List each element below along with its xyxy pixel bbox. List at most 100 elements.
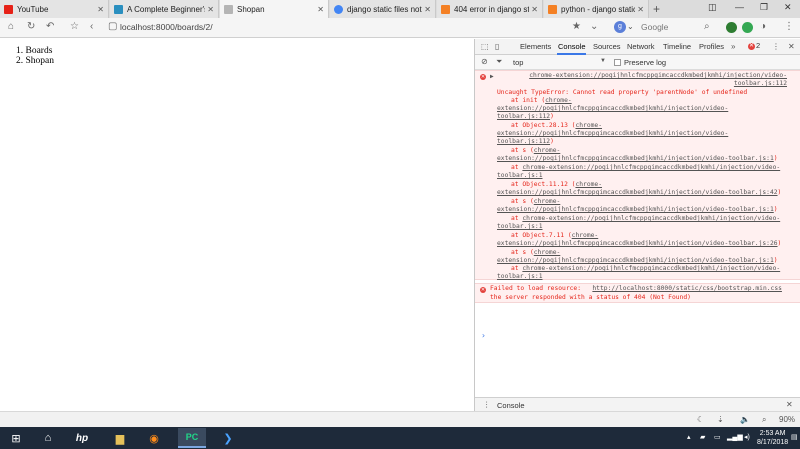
stack-link[interactable]: toolbar.js:1 [497,273,543,281]
restore-button[interactable]: ❐ [760,2,768,13]
downloads-icon[interactable]: ⇣ [717,415,724,424]
dropdown-icon[interactable]: ⌄ [590,21,598,32]
bookmark-star-icon[interactable]: ★ [572,21,581,32]
reload-icon[interactable]: ↻ [27,21,35,32]
windows-start-icon[interactable]: ⊞ [2,428,30,448]
tab-elements[interactable]: Elements [520,42,551,51]
star-outline-icon[interactable]: ☆ [70,21,79,32]
close-icon[interactable]: ✕ [97,5,104,14]
tab-timeline[interactable]: Timeline [663,42,691,51]
tab-django-static[interactable]: django static files not w ✕ [330,0,436,18]
close-icon[interactable]: ✕ [424,5,431,14]
dropdown-arrow-icon[interactable]: ▼ [600,58,606,64]
stack-link[interactable]: extension://pogijhnlcfmcppgimcaccdkmbedj… [497,105,728,113]
source-link[interactable]: chrome-extension://pogijhnlcfmcppgimcacc… [497,72,787,80]
pycharm-icon[interactable]: PC [178,428,206,448]
console-prompt[interactable]: › [481,331,486,340]
stack-link[interactable]: chrome-extension://pogijhnlcfmcppgimcacc… [522,164,780,171]
volume-icon[interactable]: 🔈 [740,415,750,424]
tab-python-django[interactable]: python - django static fi ✕ [544,0,649,18]
tray-network-icon[interactable]: ▰ [700,433,705,441]
zoom-level[interactable]: 90% [779,415,795,424]
tray-volume-icon[interactable]: ◂) [744,433,750,441]
stack-link[interactable]: extension://pogijhnlcfmcppgimcaccdkmbedj… [497,155,774,162]
menu-icon[interactable]: ⋮ [784,21,794,32]
tab-profiles[interactable]: Profiles [699,42,724,51]
search-engine-icon[interactable]: g [614,21,626,33]
resource-url-link[interactable]: http://localhost:8000/static/css/bootstr… [592,285,782,292]
notifications-icon[interactable]: ▤ [791,433,798,441]
tab-sources[interactable]: Sources [593,42,621,51]
drawer-close-icon[interactable]: ✕ [786,400,793,409]
stack-link[interactable]: toolbar.js:1 [497,223,543,231]
expand-caret-icon[interactable]: ▶ [490,73,494,81]
stack-link[interactable]: extension://pogijhnlcfmcppgimcaccdkmbedj… [497,240,778,247]
stack-link[interactable]: toolbar.js:112 [497,113,550,120]
stack-link[interactable]: chrome-extension://pogijhnlcfmcppgimcacc… [522,265,780,272]
stack-link[interactable]: chrome- [534,198,561,205]
home-app-icon[interactable]: ⌂ [34,428,62,448]
device-mode-icon[interactable]: ▯ [495,42,499,51]
stack-link[interactable]: chrome- [575,181,602,188]
filter-icon[interactable]: ⏷ [496,57,502,67]
new-tab-button[interactable]: + [653,2,660,16]
tab-404-error[interactable]: 404 error in django static ✕ [437,0,543,18]
search-icon[interactable]: ⌕ [704,21,710,32]
clear-console-icon[interactable]: ⊘ [481,57,488,66]
minimize-button[interactable]: — [735,2,744,12]
close-icon[interactable]: ✕ [531,5,538,14]
home-icon[interactable]: ⌂ [8,21,14,32]
night-mode-icon[interactable]: ☾ [697,415,704,424]
stack-link[interactable]: chrome- [534,249,561,256]
devtools-menu-icon[interactable]: ⋮ [772,42,780,51]
uc-browser-icon[interactable]: ◉ [140,428,168,448]
more-tabs-icon[interactable]: » [731,42,735,51]
drawer-tab-console[interactable]: Console [497,401,525,410]
stack-link[interactable]: toolbar.js:112 [497,138,550,145]
stack-link[interactable]: chrome-extension://pogijhnlcfmcppgimcacc… [522,215,780,222]
stack-link[interactable]: extension://pogijhnlcfmcppgimcaccdkmbedj… [497,130,728,138]
tab-youtube[interactable]: YouTube ✕ [0,0,109,18]
error-count-badge[interactable]: ✕ 2 [748,41,760,50]
sync-icon[interactable]: ◑ [760,21,766,32]
tab-console[interactable]: Console [558,42,586,51]
search-engine-dropdown-icon[interactable]: ⌄ [627,22,634,31]
stack-link[interactable]: chrome- [572,232,599,239]
inspect-icon[interactable]: ⬚ [481,42,489,51]
url-input[interactable]: localhost:8000/boards/2/ [120,22,213,32]
tray-battery-icon[interactable]: ▭ [714,433,721,441]
tab-network[interactable]: Network [627,42,655,51]
search-input[interactable]: Google [641,22,668,32]
powershell-icon[interactable]: ❯ [214,428,242,448]
source-link[interactable]: toolbar.js:112 [497,80,787,88]
back-icon[interactable]: ‹ [90,21,93,32]
close-window-button[interactable]: ✕ [784,2,792,13]
tab-shopan[interactable]: Shopan ✕ [220,0,329,18]
stack-link[interactable]: chrome- [534,147,561,154]
stack-link[interactable]: chrome- [575,122,602,129]
file-explorer-icon[interactable]: ▆ [106,428,134,448]
stack-link[interactable]: extension://pogijhnlcfmcppgimcaccdkmbedj… [497,189,778,196]
tab-beginner[interactable]: A Complete Beginner's ✕ [110,0,219,18]
devtools-close-icon[interactable]: ✕ [788,42,795,51]
context-select[interactable]: top [513,58,523,67]
hp-icon[interactable]: hp [68,428,96,448]
cast-icon[interactable]: ◫ [708,2,717,13]
grammarly-icon[interactable] [742,22,753,33]
drawer-menu-icon[interactable]: ⋮ [483,400,491,409]
close-icon[interactable]: ✕ [207,5,214,14]
stack-link[interactable]: extension://pogijhnlcfmcppgimcaccdkmbedj… [497,206,774,213]
page-info-icon[interactable]: ▢ [108,21,117,32]
tray-up-icon[interactable]: ▴ [687,433,691,441]
extension-icon[interactable] [726,22,737,33]
zoom-icon[interactable]: ⌕ [762,415,766,425]
stack-link[interactable]: toolbar.js:1 [497,172,543,180]
preserve-log-checkbox[interactable] [614,59,621,66]
stack-link[interactable]: extension://pogijhnlcfmcppgimcaccdkmbedj… [497,257,774,264]
tray-signal-icon[interactable]: ▂▄▆ [727,433,743,441]
stack-link[interactable]: chrome- [545,97,572,104]
undo-icon[interactable]: ↶ [46,21,54,32]
taskbar-clock[interactable]: 2:53 AM 8/17/2018 [757,429,788,447]
close-icon[interactable]: ✕ [317,5,324,14]
close-icon[interactable]: ✕ [637,5,644,14]
